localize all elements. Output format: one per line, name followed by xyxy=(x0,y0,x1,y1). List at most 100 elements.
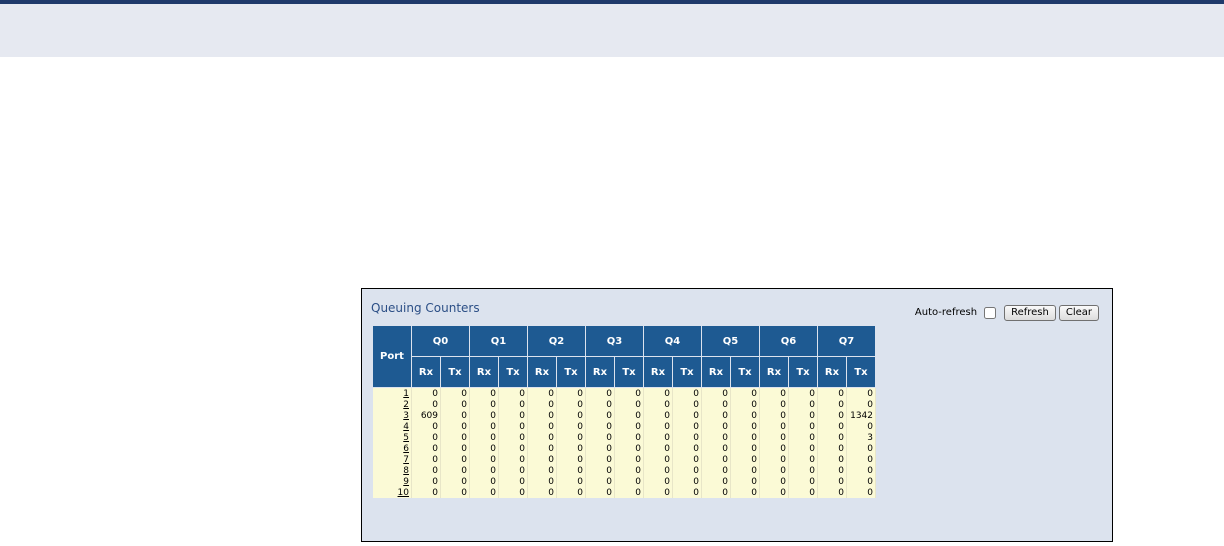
counter-cell: 0 xyxy=(527,454,557,465)
counter-cell: 0 xyxy=(846,476,876,487)
counter-cell: 0 xyxy=(585,387,615,399)
counter-cell: 0 xyxy=(788,476,818,487)
counter-cell: 0 xyxy=(759,432,789,443)
counter-cell: 0 xyxy=(817,421,847,432)
counter-cell: 0 xyxy=(759,387,789,399)
counter-cell: 0 xyxy=(411,465,441,476)
queue-header-q5: Q5 xyxy=(701,325,760,357)
counter-cell: 0 xyxy=(817,410,847,421)
counter-cell: 0 xyxy=(585,454,615,465)
port-cell: 7 xyxy=(372,454,412,465)
counter-cell: 0 xyxy=(701,465,731,476)
counter-cell: 0 xyxy=(469,487,499,498)
port-link[interactable]: 9 xyxy=(403,477,409,487)
port-link[interactable]: 5 xyxy=(403,433,409,443)
counter-cell: 0 xyxy=(614,476,644,487)
counter-cell: 0 xyxy=(788,399,818,410)
counter-cell: 0 xyxy=(556,399,586,410)
counter-cell: 0 xyxy=(643,387,673,399)
port-link[interactable]: 3 xyxy=(403,411,409,421)
header-row-rxtx: Rx Tx Rx Tx Rx Tx Rx Tx Rx Tx Rx Tx Rx Tx Rx Tx xyxy=(373,356,876,388)
counter-cell: 0 xyxy=(556,454,586,465)
port-cell: 5 xyxy=(372,432,412,443)
queuing-counters-table: Port Q0 Q1 Q2 Q3 Q4 Q5 Q6 Q7 Rx Tx Rx Tx Rx Tx Rx Tx Rx… xyxy=(372,325,876,498)
counter-cell: 0 xyxy=(730,421,760,432)
port-link[interactable]: 1 xyxy=(403,389,409,399)
counter-cell: 0 xyxy=(527,432,557,443)
counter-cell: 0 xyxy=(730,410,760,421)
counter-cell: 0 xyxy=(672,387,702,399)
port-link[interactable]: 6 xyxy=(403,444,409,454)
rx-header-q1: Rx xyxy=(469,356,499,388)
counter-cell: 0 xyxy=(556,421,586,432)
counter-cell: 0 xyxy=(672,454,702,465)
counter-cell: 0 xyxy=(498,432,528,443)
counter-cell: 0 xyxy=(556,410,586,421)
counter-cell: 0 xyxy=(411,387,441,399)
port-link[interactable]: 4 xyxy=(403,422,409,432)
counter-cell: 0 xyxy=(527,387,557,399)
counter-cell: 0 xyxy=(585,410,615,421)
tx-header-q1: Tx xyxy=(498,356,528,388)
counter-cell: 0 xyxy=(585,487,615,498)
counter-cell: 0 xyxy=(730,432,760,443)
counter-cell: 0 xyxy=(643,410,673,421)
counter-cell: 0 xyxy=(469,476,499,487)
counter-cell: 0 xyxy=(730,487,760,498)
counter-cell: 0 xyxy=(527,487,557,498)
rx-header-q5: Rx xyxy=(701,356,731,388)
counter-cell: 0 xyxy=(498,399,528,410)
auto-refresh-checkbox[interactable] xyxy=(984,306,997,319)
counter-cell: 0 xyxy=(672,465,702,476)
counter-cell: 0 xyxy=(585,443,615,454)
counter-cell: 0 xyxy=(730,476,760,487)
port-link[interactable]: 10 xyxy=(398,488,409,498)
port-link[interactable]: 8 xyxy=(403,466,409,476)
clear-button[interactable]: Clear xyxy=(1058,304,1099,321)
port-cell: 3 xyxy=(372,410,412,421)
counter-cell: 0 xyxy=(788,421,818,432)
tx-header-q0: Tx xyxy=(440,356,470,388)
counter-cell: 0 xyxy=(440,410,470,421)
counter-cell: 1342 xyxy=(846,410,876,421)
counter-cell: 0 xyxy=(440,476,470,487)
counter-cell: 0 xyxy=(614,465,644,476)
counter-cell: 0 xyxy=(730,387,760,399)
counter-cell: 0 xyxy=(788,487,818,498)
counter-cell: 0 xyxy=(498,387,528,399)
counter-cell: 0 xyxy=(585,432,615,443)
rx-header-q4: Rx xyxy=(643,356,673,388)
counter-cell: 0 xyxy=(498,454,528,465)
counter-cell: 0 xyxy=(643,443,673,454)
port-link[interactable]: 7 xyxy=(403,455,409,465)
port-cell: 2 xyxy=(372,399,412,410)
port-cell: 10 xyxy=(372,487,412,498)
counter-cell: 0 xyxy=(498,487,528,498)
counter-cell: 0 xyxy=(643,487,673,498)
counter-cell: 0 xyxy=(846,443,876,454)
tx-header-q6: Tx xyxy=(788,356,818,388)
table-row: 80000000000000000 xyxy=(372,465,876,476)
counter-cell: 0 xyxy=(527,476,557,487)
counter-cell: 0 xyxy=(730,465,760,476)
counter-cell: 0 xyxy=(498,410,528,421)
counter-cell: 0 xyxy=(614,487,644,498)
counter-cell: 0 xyxy=(440,487,470,498)
counter-cell: 0 xyxy=(498,476,528,487)
table-row: 20000000000000000 xyxy=(372,399,876,410)
counter-cell: 0 xyxy=(788,454,818,465)
counter-cell: 0 xyxy=(788,432,818,443)
counter-cell: 0 xyxy=(672,399,702,410)
counter-cell: 0 xyxy=(730,443,760,454)
counter-cell: 0 xyxy=(469,399,499,410)
port-link[interactable]: 2 xyxy=(403,400,409,410)
tx-header-q4: Tx xyxy=(672,356,702,388)
counter-cell: 0 xyxy=(469,387,499,399)
counter-cell: 0 xyxy=(527,421,557,432)
counter-cell: 0 xyxy=(498,465,528,476)
table-row: 70000000000000000 xyxy=(372,454,876,465)
refresh-button[interactable]: Refresh xyxy=(1004,304,1056,321)
counter-cell: 0 xyxy=(498,443,528,454)
counter-cell: 0 xyxy=(411,432,441,443)
counter-cell: 0 xyxy=(846,421,876,432)
